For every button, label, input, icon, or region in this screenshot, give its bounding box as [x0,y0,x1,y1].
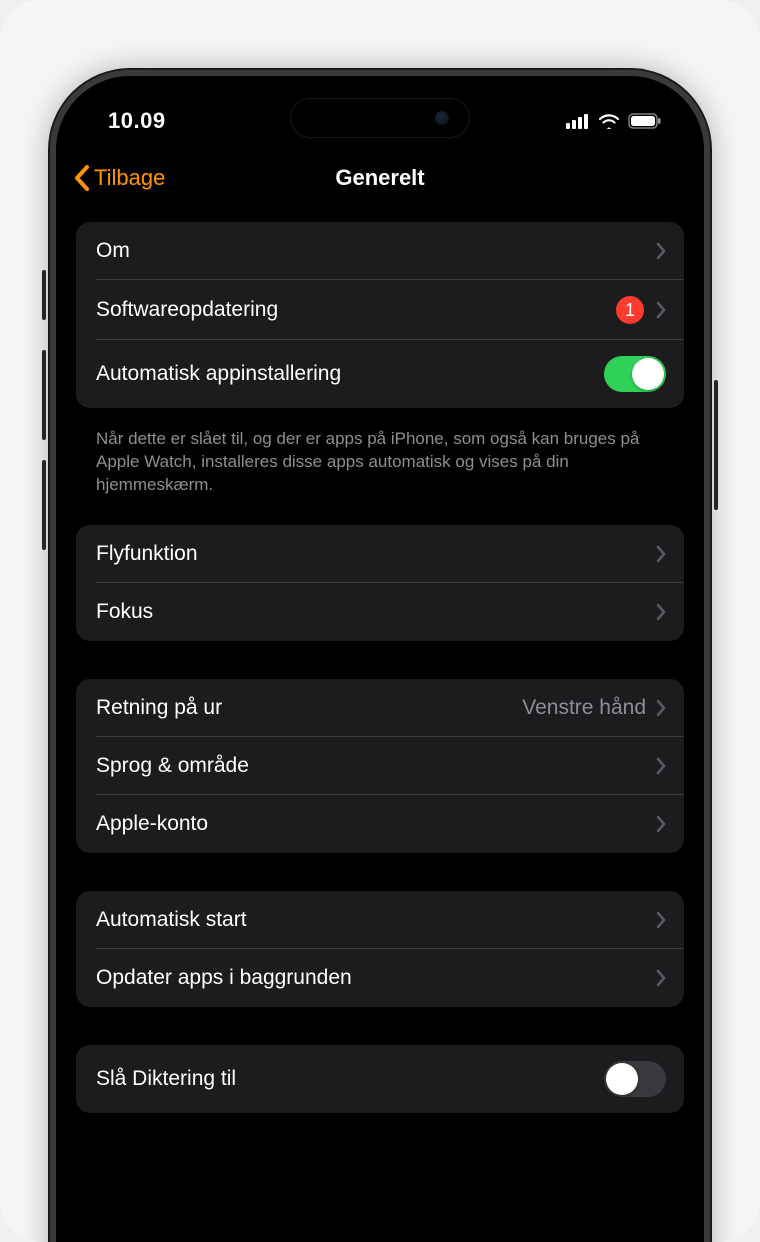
row-orientation-value: Venstre hånd [522,696,646,720]
row-auto-install: Automatisk appinstallering [76,340,684,408]
volume-up-button [42,350,46,440]
row-background-refresh[interactable]: Opdater apps i baggrunden [76,949,684,1007]
page-title: Generelt [335,165,424,191]
row-about-label: Om [96,239,656,263]
chevron-right-icon [656,969,666,987]
status-icons [566,113,662,129]
toggle-knob [632,358,664,390]
row-language-label: Sprog & område [96,754,656,778]
volume-mute-button [42,270,46,320]
chevron-left-icon [72,164,90,192]
settings-group-general: Om Softwareopdatering 1 Automatisk appin… [76,222,684,408]
chevron-right-icon [656,603,666,621]
chevron-right-icon [656,699,666,717]
dictation-toggle[interactable] [604,1061,666,1097]
front-camera-icon [435,111,449,125]
settings-group-personal: Retning på ur Venstre hånd Sprog & områd… [76,679,684,853]
row-auto-start[interactable]: Automatisk start [76,891,684,949]
row-apple-account-label: Apple-konto [96,812,656,836]
status-time: 10.09 [108,108,166,134]
toggle-knob [606,1063,638,1095]
back-button[interactable]: Tilbage [72,164,165,192]
chevron-right-icon [656,545,666,563]
settings-group-apps: Automatisk start Opdater apps i baggrund… [76,891,684,1007]
row-airplane-label: Flyfunktion [96,542,656,566]
row-software-update[interactable]: Softwareopdatering 1 [76,280,684,340]
auto-install-footer: Når dette er slået til, og der er apps p… [76,418,684,525]
row-auto-install-label: Automatisk appinstallering [96,362,604,386]
row-software-update-label: Softwareopdatering [96,298,616,322]
row-apple-account[interactable]: Apple-konto [76,795,684,853]
settings-group-modes: Flyfunktion Fokus [76,525,684,641]
phone-frame: 10.09 [50,70,710,1242]
chevron-right-icon [656,301,666,319]
settings-group-dictation: Slå Diktering til [76,1045,684,1113]
row-watch-orientation[interactable]: Retning på ur Venstre hånd [76,679,684,737]
settings-content: Om Softwareopdatering 1 Automatisk appin… [56,212,704,1143]
row-auto-start-label: Automatisk start [96,908,656,932]
cellular-icon [566,113,590,129]
row-focus-label: Fokus [96,600,656,624]
row-orientation-label: Retning på ur [96,696,522,720]
row-dictation-label: Slå Diktering til [96,1067,604,1091]
power-button [714,380,718,510]
navigation-bar: Tilbage Generelt [56,148,704,212]
row-focus[interactable]: Fokus [76,583,684,641]
row-language-region[interactable]: Sprog & område [76,737,684,795]
chevron-right-icon [656,815,666,833]
chevron-right-icon [656,911,666,929]
dynamic-island [290,98,470,138]
auto-install-toggle[interactable] [604,356,666,392]
row-dictation: Slå Diktering til [76,1045,684,1113]
volume-down-button [42,460,46,550]
chevron-right-icon [656,242,666,260]
chevron-right-icon [656,757,666,775]
row-background-refresh-label: Opdater apps i baggrunden [96,966,656,990]
screen: 10.09 [56,76,704,1242]
update-badge: 1 [616,296,644,324]
back-label: Tilbage [94,165,165,191]
row-airplane-mode[interactable]: Flyfunktion [76,525,684,583]
wifi-icon [598,113,620,129]
row-about[interactable]: Om [76,222,684,280]
battery-icon [628,113,662,129]
